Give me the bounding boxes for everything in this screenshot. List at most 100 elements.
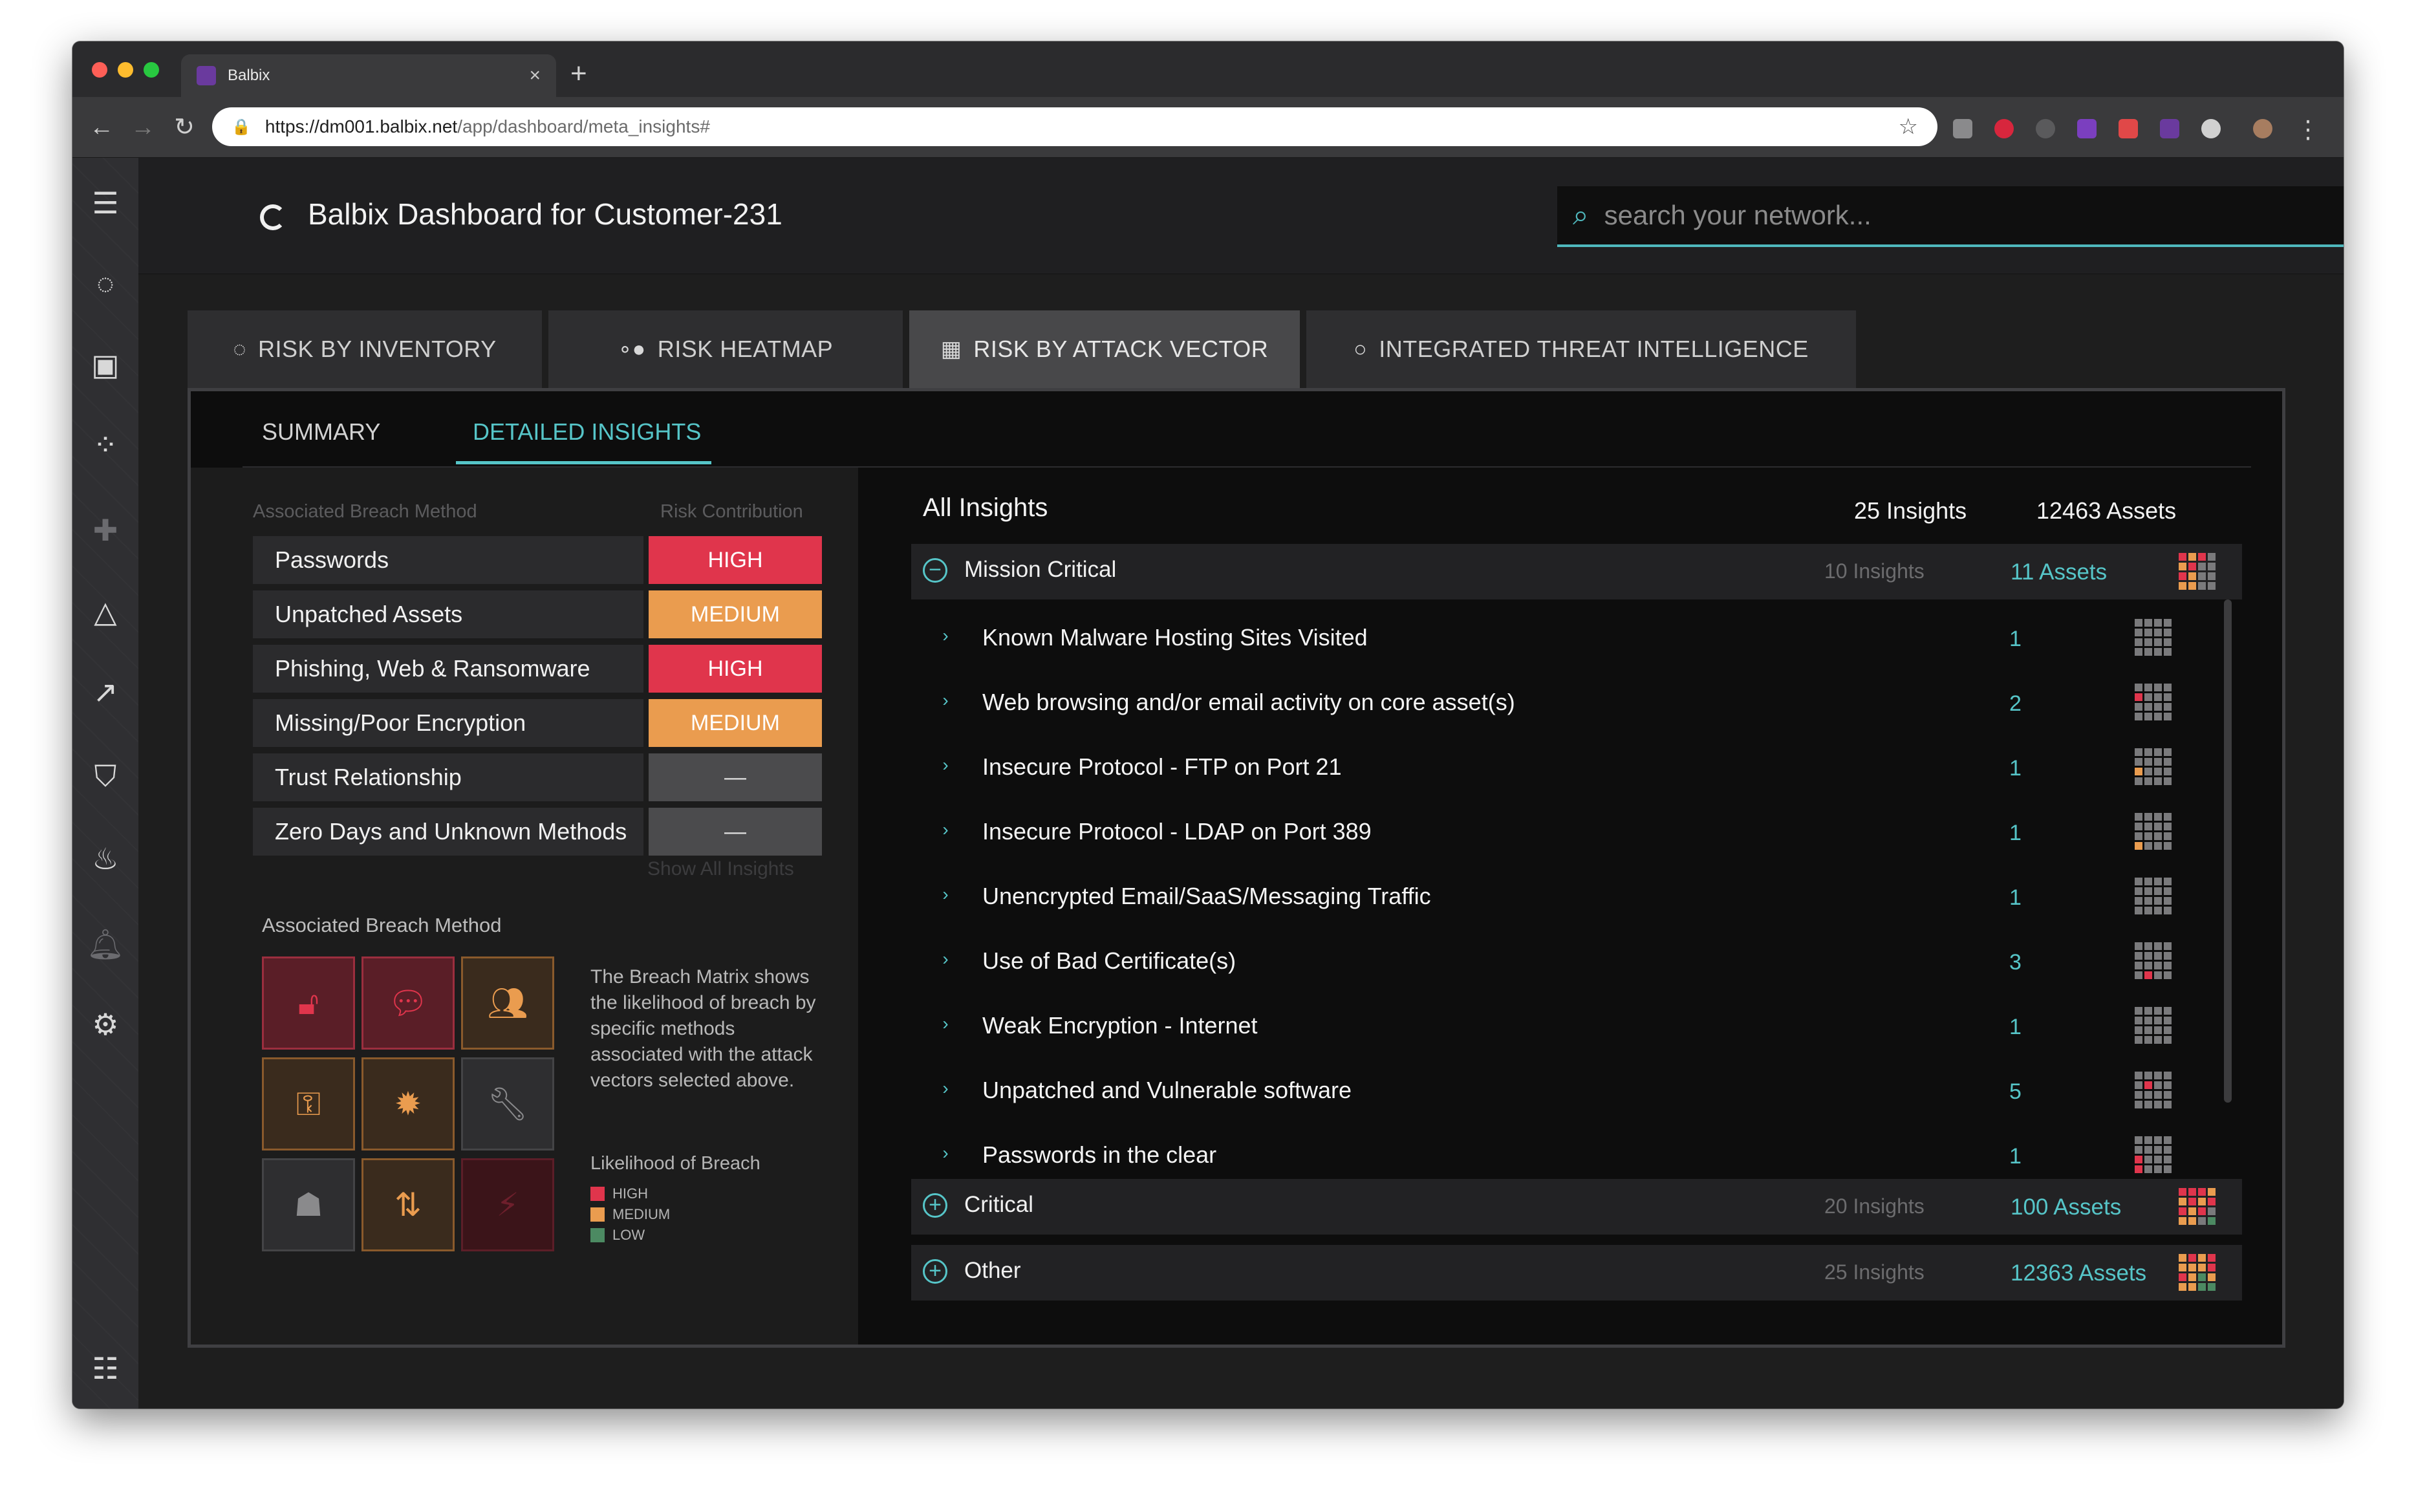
forward-icon[interactable]: →	[127, 111, 159, 144]
insight-row[interactable]: › Insecure Protocol - FTP on Port 21 1	[936, 735, 2223, 800]
insight-asset-count[interactable]: 1	[2009, 1144, 2022, 1169]
new-tab-button[interactable]: +	[570, 59, 587, 88]
tab-summary[interactable]: SUMMARY	[262, 418, 380, 461]
matrix-key-cell[interactable]: ⚿	[262, 1057, 355, 1150]
tab-detailed-insights[interactable]: DETAILED INSIGHTS	[456, 418, 712, 464]
maximize-window-button[interactable]	[144, 62, 159, 78]
breach-method-row[interactable]: Unpatched Assets MEDIUM	[253, 590, 822, 638]
close-window-button[interactable]	[92, 62, 107, 78]
insight-row[interactable]: › Use of Bad Certificate(s) 3	[936, 929, 2223, 994]
url-path: /app/dashboard/meta_insights#	[457, 116, 710, 136]
tab-risk-by-attack-vector[interactable]: ▦ RISK BY ATTACK VECTOR	[909, 310, 1300, 388]
trend-chart-icon[interactable]: ↗	[72, 673, 138, 711]
insight-name: Use of Bad Certificate(s)	[982, 947, 1236, 974]
browser-menu-icon[interactable]: ⋮	[2296, 115, 2320, 144]
network-search[interactable]: ⌕	[1557, 186, 2344, 247]
back-icon[interactable]: ←	[85, 111, 118, 144]
profile-avatar[interactable]	[2253, 119, 2272, 138]
insight-asset-count[interactable]: 1	[2009, 821, 2022, 846]
first-aid-icon[interactable]: ✚	[72, 511, 138, 550]
matrix-spy-cell[interactable]: ☗	[262, 1158, 355, 1251]
breach-method-row[interactable]: Trust Relationship —	[253, 753, 822, 801]
bell-icon[interactable]: 🔔︎	[72, 925, 138, 964]
heatmap-dots-icon[interactable]: ⁘	[72, 426, 138, 464]
chevron-right-icon[interactable]: ›	[936, 819, 955, 840]
expand-icon[interactable]: +	[923, 1193, 947, 1218]
matrix-trust-cell[interactable]: ⇅	[361, 1158, 455, 1251]
insight-asset-count[interactable]: 1	[2009, 756, 2022, 781]
mini-matrix-icon	[2135, 942, 2172, 979]
inventory-card-icon[interactable]: ▣	[72, 345, 138, 384]
hamburger-menu-icon[interactable]: ☰	[72, 184, 138, 222]
expand-icon[interactable]: +	[923, 1259, 947, 1284]
insights-scrollbar[interactable]	[2224, 599, 2232, 1103]
insight-row[interactable]: › Weak Encryption - Internet 1	[936, 994, 2223, 1059]
reload-icon[interactable]: ↻	[168, 111, 200, 144]
gear-icon[interactable]: ⚙	[72, 1005, 138, 1044]
matrix-chat-cell[interactable]: 💬︎	[361, 956, 455, 1050]
insight-row[interactable]: › Unpatched and Vulnerable software 5	[936, 1059, 2223, 1123]
dashboard-ring-icon[interactable]: ◌	[72, 264, 138, 303]
breach-method-row[interactable]: Passwords HIGH	[253, 536, 822, 584]
show-all-insights-link[interactable]: Show All Insights	[647, 858, 794, 880]
chevron-right-icon[interactable]: ›	[936, 1143, 955, 1163]
panel-toggle-icon[interactable]: ☷	[72, 1349, 138, 1388]
info-extension-icon[interactable]	[2036, 119, 2055, 138]
group-critical[interactable]: + Critical 20 Insights 100 Assets	[911, 1179, 2242, 1235]
insight-row[interactable]: › Insecure Protocol - LDAP on Port 389 1	[936, 800, 2223, 865]
scrollbar-thumb[interactable]	[2224, 599, 2232, 1103]
matrix-people-cell[interactable]: 👥︎	[461, 956, 554, 1050]
insight-row[interactable]: › Web browsing and/or email activity on c…	[936, 671, 2223, 735]
camera-extension-icon[interactable]	[1953, 119, 1972, 138]
insight-asset-count[interactable]: 2	[2009, 691, 2022, 717]
group-other[interactable]: + Other 25 Insights 12363 Assets	[911, 1245, 2242, 1301]
minimize-window-button[interactable]	[118, 62, 133, 78]
url-text[interactable]: https://dm001.balbix.net/app/dashboard/m…	[265, 116, 1899, 137]
matrix-lock-cell[interactable]: 🔓︎	[262, 956, 355, 1050]
chevron-right-icon[interactable]: ›	[936, 949, 955, 969]
chevron-right-icon[interactable]: ›	[936, 1013, 955, 1034]
purple-extension-icon[interactable]	[2160, 119, 2179, 138]
adblock-extension-icon[interactable]	[1994, 119, 2014, 138]
insight-row[interactable]: › Known Malware Hosting Sites Visited 1	[936, 606, 2223, 671]
circle-extension-icon[interactable]	[2201, 119, 2221, 138]
matrix-bug-cell[interactable]: ✹	[361, 1057, 455, 1150]
group-assets-link[interactable]: 11 Assets	[2011, 559, 2107, 585]
bookmark-star-icon[interactable]: ☆	[1899, 114, 1918, 140]
breach-method-row[interactable]: Zero Days and Unknown Methods —	[253, 808, 822, 856]
chevron-right-icon[interactable]: ›	[936, 1078, 955, 1099]
chevron-right-icon[interactable]: ›	[936, 690, 955, 711]
group-assets-link[interactable]: 100 Assets	[2011, 1194, 2121, 1220]
onenote-extension-icon[interactable]	[2077, 119, 2097, 138]
red-extension-icon[interactable]	[2119, 119, 2138, 138]
chevron-right-icon[interactable]: ›	[936, 884, 955, 905]
search-input[interactable]	[1604, 200, 2329, 231]
people-icon: 👥︎	[487, 984, 528, 1021]
browser-tab[interactable]: Balbix ×	[181, 54, 556, 97]
insight-asset-count[interactable]: 5	[2009, 1079, 2022, 1105]
breach-method-row[interactable]: Missing/Poor Encryption MEDIUM	[253, 699, 822, 747]
insight-asset-count[interactable]: 1	[2009, 627, 2022, 652]
address-bar[interactable]: 🔒 https://dm001.balbix.net/app/dashboard…	[212, 107, 1937, 146]
chevron-right-icon[interactable]: ›	[936, 625, 955, 646]
insight-row[interactable]: › Unencrypted Email/SaaS/Messaging Traffi…	[936, 865, 2223, 929]
insight-row[interactable]: › Passwords in the clear 1	[936, 1123, 2223, 1188]
collapse-icon[interactable]: −	[923, 558, 947, 583]
insight-asset-count[interactable]: 1	[2009, 885, 2022, 911]
group-mission-critical[interactable]: − Mission Critical 10 Insights 11 Assets	[911, 544, 2242, 599]
insight-asset-count[interactable]: 3	[2009, 950, 2022, 975]
group-assets-link[interactable]: 12363 Assets	[2011, 1260, 2146, 1286]
warning-triangle-icon[interactable]: △	[72, 592, 138, 631]
fire-icon[interactable]: ♨	[72, 839, 138, 878]
insight-asset-count[interactable]: 1	[2009, 1015, 2022, 1040]
matrix-wrench-cell[interactable]: 🔧︎	[461, 1057, 554, 1150]
matrix-zeroday-cell[interactable]: ⚡︎	[461, 1158, 554, 1251]
tab-risk-by-inventory[interactable]: ◌ RISK BY INVENTORY	[188, 310, 542, 388]
tab-risk-heatmap[interactable]: ∘● RISK HEATMAP	[548, 310, 903, 388]
tab-close-icon[interactable]: ×	[529, 65, 541, 87]
chevron-right-icon[interactable]: ›	[936, 755, 955, 775]
breach-method-row[interactable]: Phishing, Web & Ransomware HIGH	[253, 645, 822, 693]
legend-high: HIGH	[590, 1185, 648, 1202]
shield-check-icon[interactable]: ⛉	[72, 757, 138, 795]
tab-integrated-threat-intelligence[interactable]: ○ INTEGRATED THREAT INTELLIGENCE	[1306, 310, 1856, 388]
